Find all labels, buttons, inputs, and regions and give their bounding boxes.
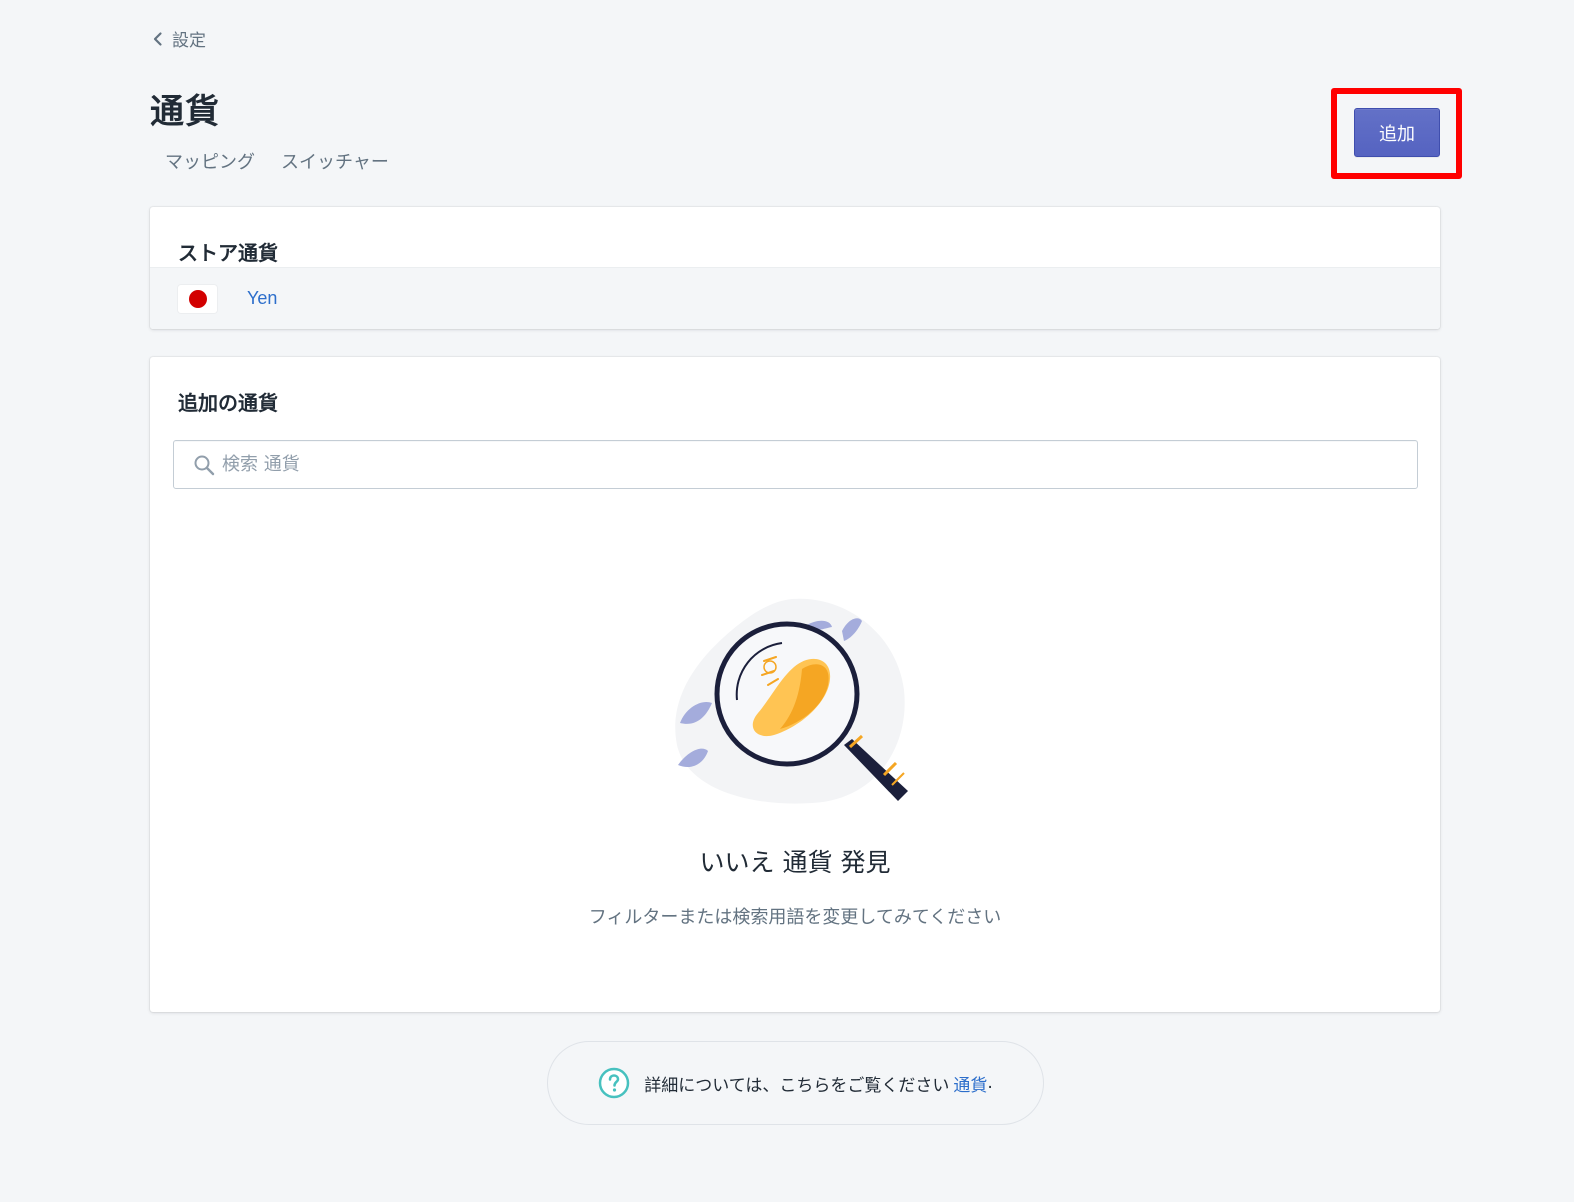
footer-help-text: 詳細については、こちらをご覧ください [644,1075,950,1096]
page-title: 通貨 [150,92,220,132]
add-currency-button[interactable]: 追加 [1354,108,1440,157]
mapping-button[interactable]: マッピング [152,146,268,176]
question-circle-icon [598,1067,630,1099]
search-icon [194,455,215,475]
footer-help: 詳細については、こちらをご覧ください 通貨 . [547,1041,1044,1125]
empty-search-illustration [675,598,908,804]
flag-sun [188,289,207,308]
store-currency-link[interactable]: Yen [247,288,277,309]
help-currency-link[interactable]: 通貨 [953,1071,987,1096]
japan-flag-icon [178,284,217,313]
footer-help-suffix: . [987,1073,993,1093]
secondary-actions: マッピング スイッチャー [152,146,402,176]
additional-currencies-heading: 追加の通貨 [178,391,278,415]
currency-settings-page: 設定 通貨 マッピング スイッチャー 追加 ストア通貨 Yen 追加の通貨 検索… [0,0,1574,1202]
breadcrumb-label: 設定 [172,31,206,51]
switcher-button[interactable]: スイッチャー [268,146,402,176]
store-currency-row: Yen [150,267,1440,329]
search-field[interactable] [173,440,1418,489]
additional-currencies-card: 追加の通貨 検索 通貨 いいえ 通貨 発見 フィルターまたは検索用語を変更してみ… [150,357,1440,1012]
empty-state-heading: いいえ 通貨 発見 [699,848,891,877]
search-input[interactable] [222,441,1417,488]
store-currency-heading: ストア通貨 [178,241,278,265]
store-currency-card: ストア通貨 Yen [150,207,1440,329]
empty-state-subtext: フィルターまたは検索用語を変更してみてください [588,907,1002,928]
chevron-left-icon [153,31,162,46]
breadcrumb[interactable]: 設定 [150,26,206,51]
